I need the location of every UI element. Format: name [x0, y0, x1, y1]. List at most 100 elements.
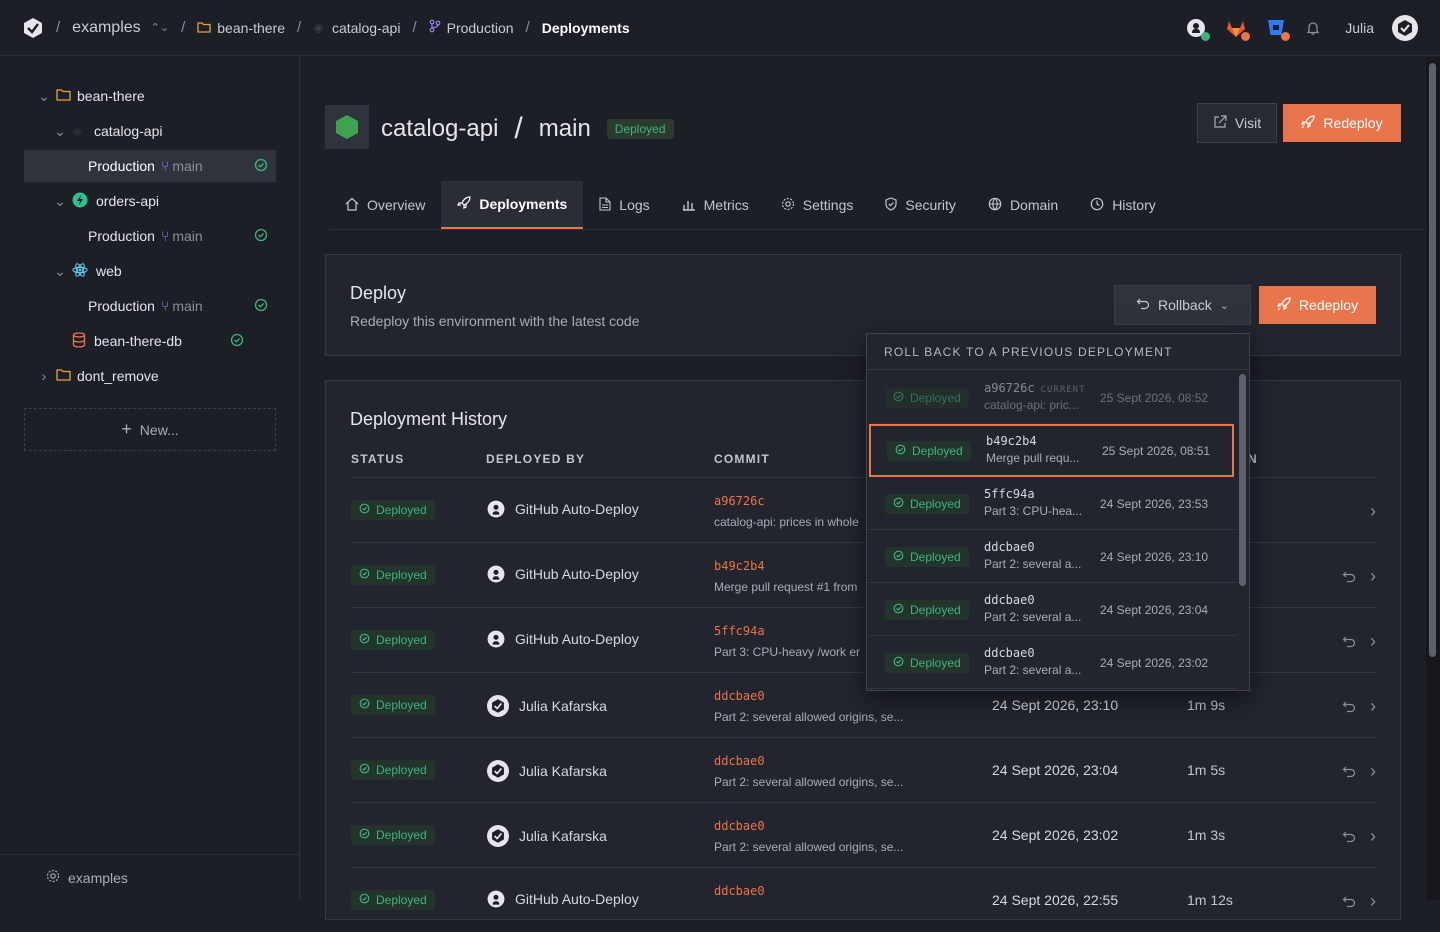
- sidebar-project-dont-remove[interactable]: › dont_remove: [36, 360, 276, 392]
- rollback-icon[interactable]: [1342, 700, 1356, 714]
- sidebar-service-web[interactable]: ⌄ web: [52, 255, 276, 287]
- breadcrumb-environment[interactable]: Production: [429, 19, 514, 36]
- chevron-right-icon[interactable]: ›: [1370, 891, 1376, 912]
- status-badge: Deployed: [885, 388, 969, 408]
- tab-label: Metrics: [703, 197, 749, 213]
- bar-chart-icon: [682, 197, 696, 214]
- branch-icon: ⑂: [160, 228, 170, 244]
- commit-sha[interactable]: ddcbae0: [714, 819, 765, 833]
- commit-sha[interactable]: ddcbae0: [714, 689, 765, 703]
- breadcrumb-org[interactable]: examples ⌃⌄: [72, 19, 169, 37]
- chevron-down-icon[interactable]: ⌄: [52, 193, 68, 210]
- sidebar-service-orders-api[interactable]: ⌄ orders-api: [52, 185, 276, 217]
- chevron-right-icon[interactable]: ›: [1370, 696, 1376, 717]
- user-avatar[interactable]: [1392, 15, 1418, 41]
- gitlab-status-icon[interactable]: [1225, 17, 1251, 41]
- table-row[interactable]: Deployed Julia Kafarska ddcbae0 Part 2: sev…: [351, 802, 1376, 867]
- commit-sha[interactable]: ddcbae0: [714, 884, 765, 898]
- breadcrumb-service[interactable]: ◈ catalog-api: [313, 19, 400, 36]
- tab-history[interactable]: History: [1074, 181, 1172, 229]
- commit-sha[interactable]: ddcbae0: [714, 754, 765, 768]
- user-name[interactable]: Julia: [1345, 20, 1374, 36]
- tab-deployments[interactable]: Deployments: [441, 181, 584, 229]
- bell-icon[interactable]: [1305, 20, 1321, 36]
- col-status: STATUS: [351, 452, 405, 466]
- sidebar-service-catalog-api[interactable]: ⌄ ◈ catalog-api: [52, 115, 276, 147]
- sidebar-branch: ⑂ main: [161, 298, 203, 314]
- row-actions: ›: [1342, 761, 1376, 782]
- tab-metrics[interactable]: Metrics: [666, 181, 765, 229]
- chevron-right-icon[interactable]: ›: [1370, 761, 1376, 782]
- table-row[interactable]: Deployed Julia Kafarska ddcbae0 Part 2: sev…: [351, 737, 1376, 802]
- check-circle-icon: [359, 698, 370, 712]
- deploy-duration: 1m 12s: [1187, 892, 1233, 908]
- tab-logs[interactable]: Logs: [583, 181, 665, 229]
- sidebar-item-label: orders-api: [96, 193, 160, 209]
- github-status-icon[interactable]: [1185, 17, 1211, 41]
- chevron-right-icon[interactable]: ›: [1370, 631, 1376, 652]
- redeploy-header-button[interactable]: Redeploy: [1283, 104, 1401, 142]
- sidebar-item-label: web: [96, 263, 122, 279]
- chevron-right-icon[interactable]: ›: [1370, 501, 1376, 522]
- visit-button[interactable]: Visit: [1197, 103, 1277, 143]
- rollback-button[interactable]: Rollback ⌄: [1114, 285, 1251, 325]
- page-scrollbar-thumb[interactable]: [1429, 63, 1436, 657]
- service-icon: ◈: [313, 19, 324, 35]
- rollback-icon[interactable]: [1342, 635, 1356, 649]
- sidebar-database-bean-there-db[interactable]: bean-there-db: [72, 325, 252, 357]
- breadcrumb-project[interactable]: bean-there: [197, 20, 285, 36]
- status-badge: Deployed: [885, 494, 969, 514]
- chevron-right-icon[interactable]: ›: [1370, 826, 1376, 847]
- rollback-icon[interactable]: [1342, 830, 1356, 844]
- status-badge: Deployed: [351, 565, 435, 585]
- sidebar-env-catalog-production[interactable]: Production ⑂ main: [24, 150, 276, 182]
- app-logo-icon[interactable]: [22, 17, 44, 39]
- sidebar-item-label: catalog-api: [94, 123, 163, 139]
- chevron-right-icon[interactable]: ›: [1370, 566, 1376, 587]
- bitbucket-status-icon[interactable]: [1265, 17, 1291, 41]
- commit-sha-label: ddcbae0: [984, 540, 1035, 554]
- redeploy-card-button[interactable]: Redeploy: [1259, 286, 1376, 324]
- rollback-menu-item[interactable]: Deployed ddcbae0 Part 2: several a... 24 Se…: [867, 583, 1237, 636]
- rollback-menu-item[interactable]: Deployed ddcbae0 Part 2: several a... 24 Se…: [867, 636, 1237, 689]
- check-circle-icon: [359, 893, 370, 907]
- sidebar-project-bean-there[interactable]: ⌄ bean-there: [36, 80, 276, 112]
- breadcrumb-environment-label: Production: [446, 19, 514, 36]
- status-badge: Deployed: [885, 600, 969, 620]
- rollback-menu-item[interactable]: Deployed ddcbae0 Part 2: several a... 24 Se…: [867, 530, 1237, 583]
- tab-settings[interactable]: Settings: [765, 181, 870, 229]
- chevron-down-icon[interactable]: ⌄: [52, 123, 68, 140]
- status-label: Deployed: [376, 763, 427, 777]
- sidebar-env-orders-production[interactable]: Production ⑂ main: [24, 220, 276, 252]
- chevron-right-icon[interactable]: ›: [36, 368, 52, 384]
- branch-label: main: [172, 298, 203, 314]
- tab-overview[interactable]: Overview: [329, 181, 441, 229]
- rollback-icon[interactable]: [1342, 570, 1356, 584]
- clock-icon: [1090, 197, 1104, 214]
- sidebar-footer-org[interactable]: examples: [0, 854, 300, 900]
- sidebar-env-web-production[interactable]: Production ⑂ main: [24, 290, 276, 322]
- rollback-icon[interactable]: [1342, 765, 1356, 779]
- commit-sha[interactable]: b49c2b4: [714, 559, 765, 573]
- check-circle-icon: [893, 497, 904, 511]
- check-circle-icon: [359, 763, 370, 777]
- commit-message: Part 2: several a...: [984, 610, 1082, 624]
- current-tag: CURRENT: [1040, 385, 1086, 395]
- new-button[interactable]: + New...: [24, 408, 276, 451]
- status-badge: Deployed: [351, 500, 435, 520]
- commit-sha[interactable]: a96726c: [714, 494, 765, 508]
- tab-domain[interactable]: Domain: [972, 181, 1074, 229]
- tab-divider: [329, 229, 1425, 230]
- rollback-icon[interactable]: [1342, 895, 1356, 909]
- tab-security[interactable]: Security: [869, 181, 972, 229]
- rollback-menu-item[interactable]: Deployed b49c2b4 Merge pull requ... 25 Sept…: [869, 424, 1234, 477]
- rollback-menu-item[interactable]: Deployed 5ffc94a Part 3: CPU-hea... 24 Sept…: [867, 477, 1237, 530]
- rollback-menu-scrollbar[interactable]: [1239, 374, 1246, 586]
- commit-sha[interactable]: 5ffc94a: [714, 624, 765, 638]
- page-scrollbar[interactable]: [1426, 57, 1440, 900]
- sidebar-footer-label: examples: [68, 869, 128, 886]
- col-deployed-by: DEPLOYED BY: [486, 452, 586, 466]
- chevron-down-icon[interactable]: ⌄: [52, 263, 68, 280]
- status-label: Deployed: [910, 550, 961, 564]
- chevron-down-icon[interactable]: ⌄: [36, 88, 52, 105]
